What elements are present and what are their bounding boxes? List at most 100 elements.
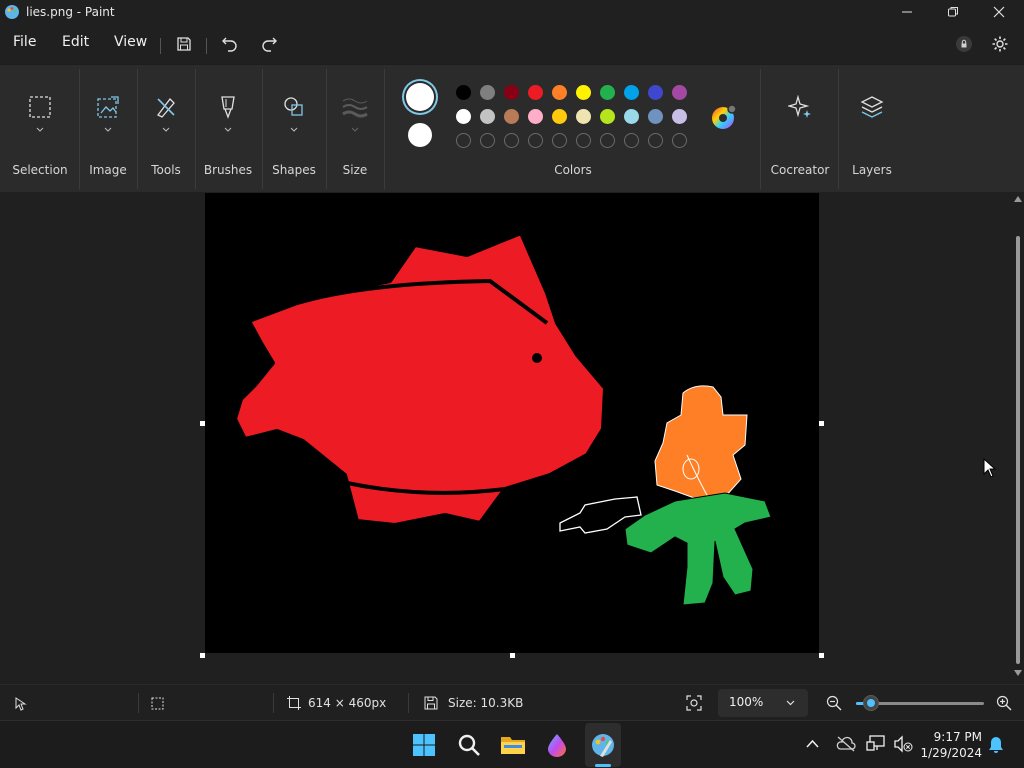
secondary-color[interactable] xyxy=(408,123,432,147)
color-swatch[interactable] xyxy=(600,85,615,100)
color-swatch[interactable] xyxy=(528,85,543,100)
custom-color-slot[interactable] xyxy=(456,133,471,148)
primary-color[interactable] xyxy=(406,83,434,111)
custom-color-slot[interactable] xyxy=(552,133,567,148)
brushes-label: Brushes xyxy=(203,163,253,177)
color-swatch[interactable] xyxy=(552,109,567,124)
custom-color-slot[interactable] xyxy=(600,133,615,148)
zoom-in-icon[interactable] xyxy=(996,695,1012,711)
color-swatch[interactable] xyxy=(600,109,615,124)
settings-button[interactable] xyxy=(986,30,1014,58)
custom-color-slot[interactable] xyxy=(672,133,687,148)
resize-handle-bottom[interactable] xyxy=(510,653,515,658)
redo-button[interactable] xyxy=(255,30,283,58)
menu-view[interactable]: View xyxy=(114,34,147,50)
menu-divider xyxy=(160,38,161,54)
custom-color-slot[interactable] xyxy=(504,133,519,148)
tools-group[interactable]: Tools xyxy=(140,65,192,193)
search-icon xyxy=(458,734,480,756)
shapes-group[interactable]: Shapes xyxy=(266,65,322,193)
menu-file[interactable]: File xyxy=(13,34,36,50)
speaker-muted-icon[interactable] xyxy=(893,735,913,753)
size-group: Size xyxy=(330,65,380,193)
canvas-drawing xyxy=(233,231,772,606)
paint-taskbar-button[interactable] xyxy=(587,729,619,761)
custom-color-slot[interactable] xyxy=(648,133,663,148)
file-explorer-button[interactable] xyxy=(497,729,529,761)
color-swatch[interactable] xyxy=(456,85,471,100)
image-group[interactable]: Image xyxy=(82,65,134,193)
windows-logo-icon xyxy=(413,734,435,756)
paint-app-icon xyxy=(592,734,614,757)
color-swatch[interactable] xyxy=(648,109,663,124)
scrollbar-thumb[interactable] xyxy=(1016,236,1020,664)
color-swatch[interactable] xyxy=(624,109,639,124)
layers-group[interactable]: Layers xyxy=(842,65,902,193)
stroke-size-icon xyxy=(342,98,368,118)
color-swatch[interactable] xyxy=(480,85,495,100)
resize-handle-bottom-right[interactable] xyxy=(819,653,824,658)
color-swatch[interactable] xyxy=(672,109,687,124)
resize-handle-bottom-left[interactable] xyxy=(200,653,205,658)
zoom-slider-thumb[interactable] xyxy=(863,695,880,711)
menu-edit[interactable]: Edit xyxy=(62,34,89,50)
custom-color-slot[interactable] xyxy=(480,133,495,148)
color-swatch[interactable] xyxy=(624,85,639,100)
color-swatch[interactable] xyxy=(456,109,471,124)
close-button[interactable] xyxy=(976,0,1022,24)
resize-handle-left[interactable] xyxy=(200,421,205,426)
color-swatch[interactable] xyxy=(576,109,591,124)
search-button[interactable] xyxy=(453,729,485,761)
restore-button[interactable] xyxy=(930,0,976,24)
fish-drawing xyxy=(233,231,607,527)
file-size-icon xyxy=(424,696,438,710)
fit-to-window-icon[interactable] xyxy=(686,695,702,711)
chevron-down-icon xyxy=(290,127,298,132)
network-icon[interactable] xyxy=(866,735,886,753)
cocreator-group[interactable]: Cocreator xyxy=(764,65,836,193)
selection-group[interactable]: Selection xyxy=(8,65,72,193)
minimize-button[interactable] xyxy=(884,0,930,24)
title-bar: lies.png - Paint xyxy=(0,0,1024,24)
save-button[interactable] xyxy=(170,30,198,58)
color-swatch[interactable] xyxy=(480,109,495,124)
brush-icon xyxy=(221,96,235,119)
shapes-icon xyxy=(284,97,303,116)
color-swatch[interactable] xyxy=(672,85,687,100)
onedrive-offline-icon[interactable] xyxy=(836,735,856,753)
color-swatch[interactable] xyxy=(576,85,591,100)
app-button[interactable] xyxy=(541,729,573,761)
scroll-up-icon[interactable] xyxy=(1014,196,1022,202)
ribbon-divider xyxy=(195,69,196,189)
color-swatch[interactable] xyxy=(504,85,519,100)
chevron-up-icon[interactable] xyxy=(806,739,819,748)
system-clock[interactable]: 9:17 PM 1/29/2024 xyxy=(920,729,982,761)
color-swatch[interactable] xyxy=(552,85,567,100)
start-button[interactable] xyxy=(408,729,440,761)
zoom-level-dropdown[interactable]: 100% xyxy=(718,689,808,717)
color-swatch[interactable] xyxy=(648,85,663,100)
account-button[interactable] xyxy=(950,30,978,58)
fish-eye xyxy=(532,353,542,363)
zoom-out-icon[interactable] xyxy=(826,695,842,711)
color-swatch[interactable] xyxy=(528,109,543,124)
undo-button[interactable] xyxy=(216,30,244,58)
scroll-down-icon[interactable] xyxy=(1014,670,1022,676)
brushes-group[interactable]: Brushes xyxy=(198,65,258,193)
custom-color-slot[interactable] xyxy=(528,133,543,148)
chevron-down-icon xyxy=(786,700,795,706)
vertical-scrollbar[interactable] xyxy=(1012,192,1024,684)
notification-bell-icon[interactable] xyxy=(988,736,1004,754)
color-wheel-icon[interactable] xyxy=(710,103,738,131)
color-swatch[interactable] xyxy=(504,109,519,124)
layers-label: Layers xyxy=(852,163,892,177)
custom-color-slot[interactable] xyxy=(624,133,639,148)
custom-color-slot[interactable] xyxy=(576,133,591,148)
status-divider xyxy=(138,693,139,713)
resize-handle-right[interactable] xyxy=(819,421,824,426)
drawing-canvas[interactable] xyxy=(205,193,819,653)
selection-rectangle-icon xyxy=(29,96,51,118)
colors-label: Colors xyxy=(554,163,592,177)
taskbar: 9:17 PM 1/29/2024 xyxy=(0,720,1024,768)
menu-divider xyxy=(206,38,207,54)
